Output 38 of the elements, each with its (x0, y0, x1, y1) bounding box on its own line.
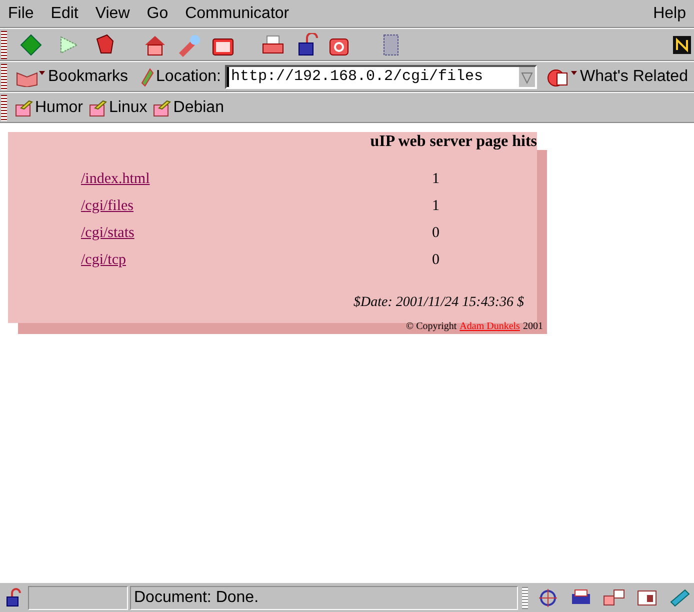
date-text: $Date: 2001/11/24 15:43:36 $ (354, 294, 524, 312)
logo-icon[interactable] (673, 36, 691, 54)
bookmark-button[interactable]: Linux (89, 96, 148, 120)
file-link[interactable]: /cgi/files (81, 194, 134, 218)
copyright-text: © Copyright (406, 320, 457, 334)
hit-count: 1 (432, 170, 440, 189)
menu-item[interactable]: Go (146, 2, 168, 26)
folder-icon (153, 98, 172, 116)
status-message: Document: Done. (130, 586, 518, 610)
menu-item[interactable]: View (95, 2, 130, 26)
whats-related-button[interactable]: What's Related (546, 64, 688, 88)
dropdown-icon[interactable] (518, 66, 535, 86)
location-label: Location: (156, 66, 221, 86)
file-link[interactable]: /index.html (81, 168, 150, 190)
printer-icon[interactable] (261, 32, 285, 56)
menu-item[interactable]: Communicator (185, 2, 290, 26)
file-link[interactable]: /cgi/tcp (81, 248, 126, 272)
copyright-year: 2001 (522, 320, 543, 334)
file-link[interactable]: /cgi/stats (81, 222, 134, 244)
bookmark-button[interactable]: Debian (153, 96, 224, 120)
folder-icon (15, 98, 33, 116)
bookmark-button[interactable]: Humor (15, 96, 84, 120)
menu-item[interactable]: Edit (50, 2, 78, 26)
toolbar-grip[interactable] (522, 586, 528, 608)
toolbar-grip[interactable] (1, 94, 7, 120)
hit-count: 0 (432, 224, 440, 243)
bookmarks-button[interactable]: Bookmarks (15, 64, 128, 88)
toolbar-grip[interactable] (1, 30, 7, 58)
menu-item[interactable]: File (8, 2, 34, 26)
lock-icon[interactable] (4, 588, 24, 608)
toolbar-grip[interactable] (1, 64, 7, 90)
location-field[interactable]: http://192.168.0.2/cgi/files (224, 64, 537, 88)
menu-item[interactable]: Help (653, 2, 686, 26)
hit-count: 0 (432, 250, 440, 270)
arrow-icon[interactable] (19, 32, 43, 56)
folder-icon (89, 98, 108, 116)
hit-count: 1 (432, 196, 440, 216)
page-title: uIP web server page hits (370, 132, 537, 152)
